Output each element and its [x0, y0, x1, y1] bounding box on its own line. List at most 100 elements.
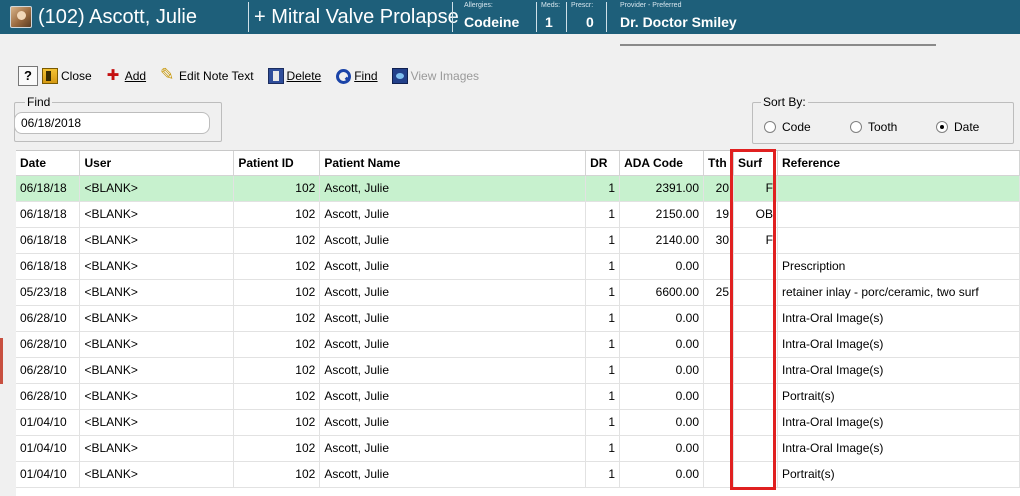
cell-reference [777, 201, 1020, 228]
patient-photo-icon[interactable] [10, 6, 32, 28]
add-icon [106, 66, 122, 84]
cell-patient-name: Ascott, Julie [319, 201, 587, 228]
find-label: Find [354, 69, 378, 83]
sort-code-radio[interactable]: Code [764, 120, 811, 134]
cell-ada-code: 0.00 [619, 435, 705, 462]
find-button[interactable]: Find [335, 68, 378, 84]
cell-dr: 1 [585, 409, 621, 436]
cell-date: 06/28/10 [16, 331, 81, 358]
table-row[interactable]: 06/28/10 <BLANK> 102 Ascott, Julie 1 0.00 Intr… [16, 331, 1020, 358]
cell-tth [703, 357, 735, 384]
cell-patient-name: Ascott, Julie [319, 383, 587, 410]
cell-dr: 1 [585, 461, 621, 488]
cell-date: 06/18/18 [16, 201, 81, 228]
col-header-patient-id[interactable]: Patient ID [233, 151, 321, 176]
header-divider [248, 2, 249, 32]
cell-dr: 1 [585, 435, 621, 462]
col-header-date[interactable]: Date [16, 151, 81, 176]
delete-button[interactable]: Delete [267, 68, 321, 84]
add-button[interactable]: Add [106, 66, 146, 84]
col-header-user[interactable]: User [79, 151, 235, 176]
cell-date: 06/28/10 [16, 305, 81, 332]
patient-header: (102) Ascott, Julie + Mitral Valve Prola… [0, 0, 1020, 34]
cell-user: <BLANK> [79, 357, 235, 384]
cell-tth [703, 305, 735, 332]
col-header-tth[interactable]: Tth [703, 151, 735, 176]
sort-date-label: Date [954, 120, 980, 134]
prescr-value[interactable]: 0 [586, 14, 594, 30]
cell-user: <BLANK> [79, 461, 235, 488]
allergies-label: Allergies: [464, 2, 493, 9]
help-button[interactable]: ? [18, 66, 38, 86]
col-header-dr[interactable]: DR [585, 151, 621, 176]
cell-user: <BLANK> [79, 435, 235, 462]
cell-surf: F [733, 227, 778, 254]
cell-tth: 25 [703, 279, 735, 306]
close-button[interactable]: Close [42, 68, 92, 84]
sort-date-radio[interactable]: Date [936, 120, 979, 134]
cell-date: 06/28/10 [16, 383, 81, 410]
cell-ada-code: 2150.00 [619, 201, 705, 228]
table-row[interactable]: 06/18/18 <BLANK> 102 Ascott, Julie 1 0.00 Pres… [16, 253, 1020, 280]
cell-patient-id: 102 [233, 253, 321, 280]
sort-code-label: Code [782, 120, 811, 134]
trash-icon [267, 68, 284, 84]
cell-patient-name: Ascott, Julie [319, 461, 587, 488]
cell-ada-code: 0.00 [619, 305, 705, 332]
cell-patient-id: 102 [233, 175, 321, 202]
procedures-grid[interactable]: Date User Patient ID Patient Name DR ADA… [16, 150, 1020, 496]
col-header-ada-code[interactable]: ADA Code [619, 151, 705, 176]
view-images-button[interactable]: View Images [391, 68, 479, 84]
col-header-patient-name[interactable]: Patient Name [319, 151, 587, 176]
left-edge-marker [0, 338, 3, 384]
cell-patient-name: Ascott, Julie [319, 357, 587, 384]
cell-user: <BLANK> [79, 409, 235, 436]
cell-surf: OB [733, 201, 778, 228]
table-row[interactable]: 06/18/18 <BLANK> 102 Ascott, Julie 1 2391.00 2… [16, 175, 1020, 202]
cell-ada-code: 0.00 [619, 383, 705, 410]
cell-patient-name: Ascott, Julie [319, 305, 587, 332]
cell-surf [733, 357, 778, 384]
cell-surf: F [733, 175, 778, 202]
radio-circle-icon [850, 121, 862, 133]
col-header-reference[interactable]: Reference [777, 151, 1020, 176]
table-row[interactable]: 06/18/18 <BLANK> 102 Ascott, Julie 1 2140.00 3… [16, 227, 1020, 254]
cell-date: 06/18/18 [16, 227, 81, 254]
cell-reference [777, 175, 1020, 202]
provider-value[interactable]: Dr. Doctor Smiley [620, 14, 737, 30]
cell-ada-code: 2140.00 [619, 227, 705, 254]
table-row[interactable]: 06/18/18 <BLANK> 102 Ascott, Julie 1 2150.00 1… [16, 201, 1020, 228]
prescr-label: Prescr: [571, 2, 594, 9]
meds-value[interactable]: 1 [545, 14, 553, 30]
cell-surf [733, 253, 778, 280]
cell-surf [733, 305, 778, 332]
edit-note-text-button[interactable]: Edit Note Text [160, 65, 253, 85]
cell-date: 06/18/18 [16, 175, 81, 202]
patient-name[interactable]: (102) Ascott, Julie [38, 5, 197, 29]
find-date-input[interactable] [14, 112, 210, 134]
table-row[interactable]: 05/23/18 <BLANK> 102 Ascott, Julie 1 6600.00 2… [16, 279, 1020, 306]
cell-ada-code: 0.00 [619, 253, 705, 280]
header-divider [536, 2, 537, 32]
meds-label: Meds: [541, 2, 561, 9]
table-row[interactable]: 01/04/10 <BLANK> 102 Ascott, Julie 1 0.00 Intr… [16, 435, 1020, 462]
medical-alert[interactable]: + Mitral Valve Prolapse [254, 5, 459, 29]
sort-tooth-label: Tooth [868, 120, 898, 134]
table-row[interactable]: 06/28/10 <BLANK> 102 Ascott, Julie 1 0.00 Port… [16, 383, 1020, 410]
header-divider [606, 2, 607, 32]
sort-tooth-radio[interactable]: Tooth [850, 120, 897, 134]
sort-by-label: Sort By: [761, 95, 808, 109]
cell-patient-id: 102 [233, 227, 321, 254]
cell-reference: Intra-Oral Image(s) [777, 409, 1020, 436]
table-row[interactable]: 01/04/10 <BLANK> 102 Ascott, Julie 1 0.00 Port… [16, 461, 1020, 488]
cell-dr: 1 [585, 201, 621, 228]
cell-date: 01/04/10 [16, 409, 81, 436]
provider-underline [620, 44, 936, 46]
table-row[interactable]: 06/28/10 <BLANK> 102 Ascott, Julie 1 0.00 Intr… [16, 305, 1020, 332]
table-row[interactable]: 06/28/10 <BLANK> 102 Ascott, Julie 1 0.00 Intr… [16, 357, 1020, 384]
allergies-value[interactable]: Codeine [464, 14, 519, 30]
close-label: Close [61, 69, 92, 83]
col-header-surf[interactable]: Surf [733, 151, 778, 176]
cell-patient-id: 102 [233, 357, 321, 384]
table-row[interactable]: 01/04/10 <BLANK> 102 Ascott, Julie 1 0.00 Intr… [16, 409, 1020, 436]
